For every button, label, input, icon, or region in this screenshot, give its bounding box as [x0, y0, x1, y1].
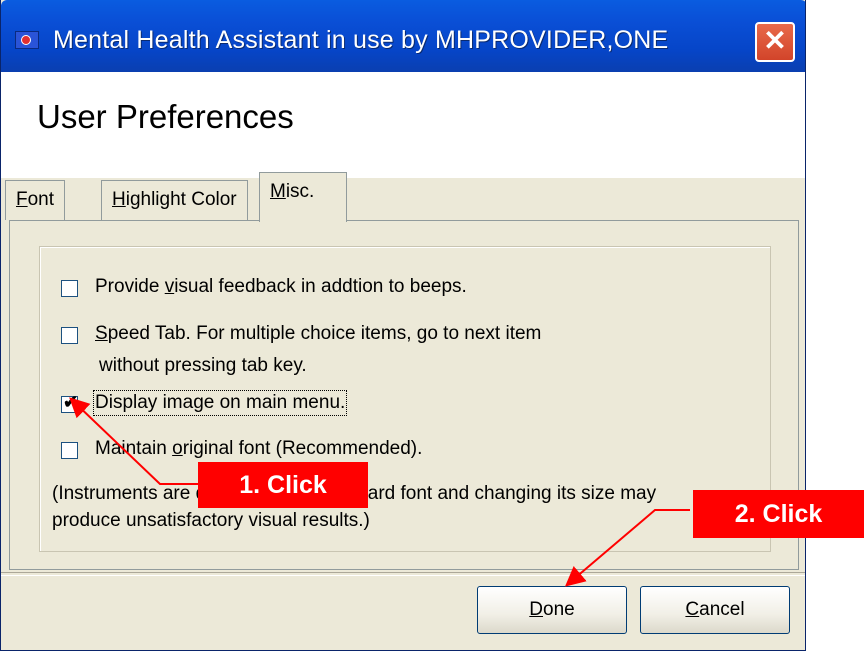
maintain-font-checkbox[interactable]	[61, 442, 78, 459]
speed-tab-label[interactable]: Speed Tab. For multiple choice items, go…	[95, 323, 541, 345]
checkmark-icon: ✔	[63, 392, 79, 412]
visual-feedback-label[interactable]: Provide visual feedback in addtion to be…	[95, 276, 467, 298]
title-bar[interactable]: Mental Health Assistant in use by MHPROV…	[1, 0, 805, 72]
tab-highlight-color[interactable]: Highlight Color	[101, 180, 248, 220]
cancel-button[interactable]: Cancel	[640, 586, 790, 634]
app-icon	[15, 31, 39, 49]
footer-divider	[1, 572, 805, 576]
close-icon: ✕	[763, 25, 787, 56]
speed-tab-label-line2: without pressing tab key.	[99, 355, 307, 376]
page-title: User Preferences	[37, 98, 294, 135]
tab-misc[interactable]: Misc.	[259, 172, 347, 222]
maintain-font-label[interactable]: Maintain original font (Recommended).	[95, 438, 422, 460]
dialog-header: User Preferences	[1, 72, 805, 178]
step1-callout: 1. Click	[198, 462, 368, 508]
display-image-label[interactable]: Display image on main menu.	[92, 390, 348, 416]
done-button[interactable]: Done	[477, 586, 627, 634]
tab-font[interactable]: Font	[5, 180, 66, 220]
window-title: Mental Health Assistant in use by MHPROV…	[53, 26, 669, 54]
display-image-checkbox[interactable]: ✔	[61, 392, 78, 413]
visual-feedback-checkbox[interactable]	[61, 280, 78, 297]
step2-callout: 2. Click	[693, 490, 864, 538]
close-button[interactable]: ✕	[755, 22, 795, 62]
speed-tab-checkbox[interactable]	[61, 327, 78, 344]
dialog-window: Mental Health Assistant in use by MHPROV…	[0, 0, 806, 651]
